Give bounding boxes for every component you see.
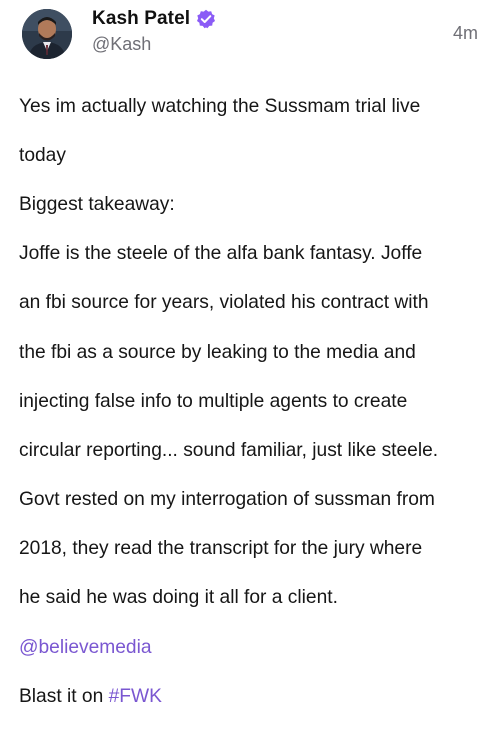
post-line: Yes im actually watching the Sussmam tri… <box>19 95 421 117</box>
author-display-name[interactable]: Kash Patel <box>92 8 190 30</box>
post-line: Biggest takeaway: <box>19 193 175 215</box>
author-name-row: Kash Patel <box>92 7 216 31</box>
post-line: he said he was doing it all for a client… <box>19 587 338 609</box>
author-avatar[interactable] <box>22 9 72 59</box>
post-line: today <box>19 144 66 166</box>
mention-link[interactable]: @believemedia <box>19 637 152 658</box>
post-line: Joffe is the steele of the alfa bank fan… <box>19 243 423 265</box>
hashtag-link[interactable]: #FWK <box>109 686 162 707</box>
post-card: Kash Patel @Kash 4m Yes im actually watc… <box>0 0 500 707</box>
closing-line: Blast it on #FWK <box>19 685 489 710</box>
closing-text: Blast it on <box>19 685 109 707</box>
post-line: an fbi source for years, violated his co… <box>19 292 429 314</box>
post-line: injecting false info to multiple agents … <box>19 390 408 412</box>
verified-badge-icon <box>196 9 216 29</box>
author-handle[interactable]: @Kash <box>92 34 151 55</box>
post-line: circular reporting... sound familiar, ju… <box>19 439 439 461</box>
post-line: 2018, they read the transcript for the j… <box>19 538 423 560</box>
post-line: Govt rested on my interrogation of sussm… <box>19 489 435 511</box>
post-timestamp[interactable]: 4m <box>453 23 478 44</box>
post-body: Yes im actually watching the Sussmam tri… <box>19 70 489 734</box>
post-line: the fbi as a source by leaking to the me… <box>19 341 416 363</box>
mention-line: @believemedia <box>19 636 489 661</box>
avatar-image <box>22 9 72 59</box>
